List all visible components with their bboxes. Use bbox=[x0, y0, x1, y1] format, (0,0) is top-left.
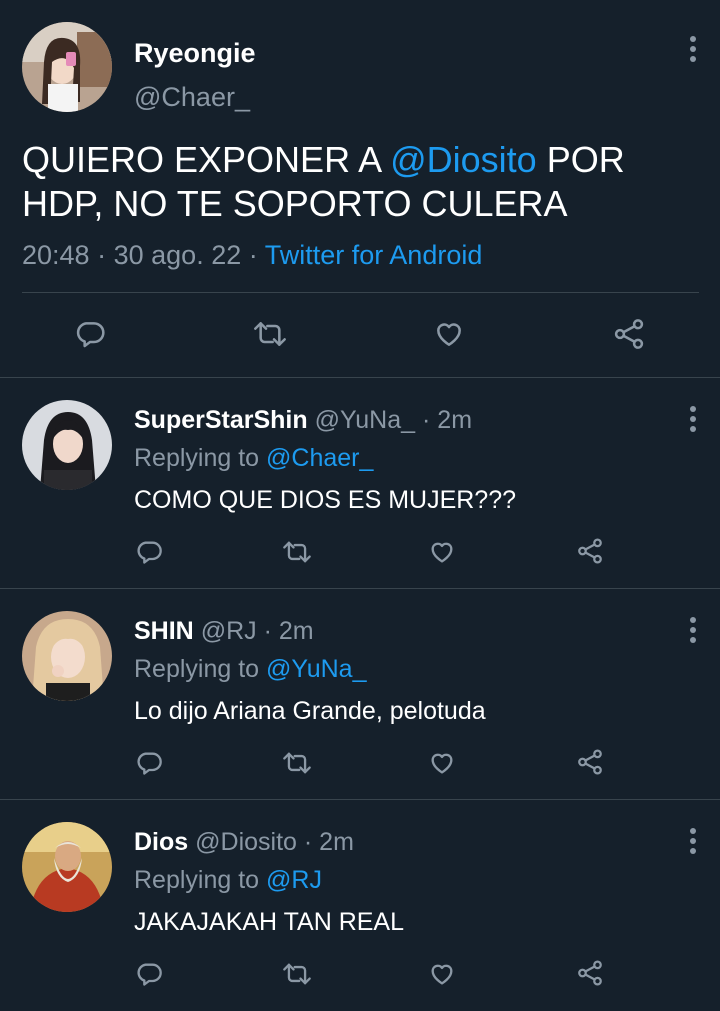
author-name[interactable]: Dios bbox=[134, 828, 188, 856]
more-icon[interactable] bbox=[681, 34, 705, 64]
tweet-text-part: POR bbox=[536, 139, 625, 180]
author-name[interactable]: SuperStarShin bbox=[134, 406, 308, 434]
tweet-date: 30 ago. 22 bbox=[113, 240, 242, 270]
reply-icon[interactable] bbox=[74, 318, 106, 350]
tweet-text: QUIERO EXPONER A @Diosito POR HDP, NO TE… bbox=[22, 138, 625, 226]
author-handle[interactable]: @RJ bbox=[201, 617, 257, 645]
author-handle[interactable]: @Chaer_ bbox=[134, 82, 250, 113]
author-name[interactable]: SHIN bbox=[134, 617, 194, 645]
replying-to: Replying to @RJ bbox=[134, 866, 322, 895]
avatar[interactable] bbox=[22, 400, 112, 490]
tweet-age: · 2m bbox=[263, 617, 314, 645]
divider bbox=[22, 292, 699, 293]
reply-icon[interactable] bbox=[135, 749, 163, 777]
share-icon[interactable] bbox=[575, 958, 605, 988]
mention-link[interactable]: @YuNa_ bbox=[266, 655, 366, 683]
avatar[interactable] bbox=[22, 611, 112, 701]
reply-icon[interactable] bbox=[135, 960, 163, 988]
reply-text: COMO QUE DIOS ES MUJER??? bbox=[134, 486, 517, 514]
share-icon[interactable] bbox=[575, 536, 605, 566]
reply-tweet: Dios @Diosito · 2m Replying to @RJ JAKAJ… bbox=[0, 800, 720, 1011]
tweet-age: · 2m bbox=[422, 406, 473, 434]
like-icon[interactable] bbox=[428, 749, 456, 777]
retweet-icon[interactable] bbox=[282, 960, 312, 988]
author-name[interactable]: Ryeongie bbox=[134, 38, 256, 69]
replying-label: Replying to bbox=[134, 444, 260, 472]
share-icon[interactable] bbox=[611, 316, 647, 352]
main-tweet: Ryeongie @Chaer_ QUIERO EXPONER A @Diosi… bbox=[0, 0, 720, 378]
author-handle[interactable]: @Diosito bbox=[195, 828, 297, 856]
tweet-time: 20:48 bbox=[22, 240, 90, 270]
reply-icon[interactable] bbox=[135, 538, 163, 566]
reply-tweet: SuperStarShin @YuNa_ · 2m Replying to @C… bbox=[0, 378, 720, 588]
author-handle[interactable]: @YuNa_ bbox=[315, 406, 415, 434]
avatar[interactable] bbox=[22, 822, 112, 912]
reply-tweet: SHIN @RJ · 2m Replying to @YuNa_ Lo dijo… bbox=[0, 589, 720, 799]
share-icon[interactable] bbox=[575, 747, 605, 777]
mention-link[interactable]: @Chaer_ bbox=[266, 444, 373, 472]
tweet-source[interactable]: Twitter for Android bbox=[265, 240, 483, 270]
replying-label: Replying to bbox=[134, 655, 260, 683]
reply-header: SuperStarShin @YuNa_ · 2m bbox=[134, 406, 472, 435]
replying-to: Replying to @Chaer_ bbox=[134, 444, 373, 473]
replying-label: Replying to bbox=[134, 866, 260, 894]
reply-header: Dios @Diosito · 2m bbox=[134, 828, 354, 857]
separator: · bbox=[97, 240, 107, 270]
tweet-text-line: HDP, NO TE SOPORTO CULERA bbox=[22, 183, 568, 224]
reply-text: Lo dijo Ariana Grande, pelotuda bbox=[134, 697, 486, 725]
replying-to: Replying to @YuNa_ bbox=[134, 655, 366, 684]
retweet-icon[interactable] bbox=[252, 318, 288, 350]
mention-link[interactable]: @Diosito bbox=[390, 139, 537, 180]
separator: · bbox=[248, 240, 258, 270]
like-icon[interactable] bbox=[428, 538, 456, 566]
more-icon[interactable] bbox=[681, 404, 705, 434]
reply-text: JAKAJAKAH TAN REAL bbox=[134, 908, 404, 936]
avatar[interactable] bbox=[22, 22, 112, 112]
tweet-age: · 2m bbox=[303, 828, 354, 856]
like-icon[interactable] bbox=[432, 318, 466, 350]
more-icon[interactable] bbox=[681, 615, 705, 645]
tweet-meta: 20:48 · 30 ago. 22 · Twitter for Android bbox=[22, 240, 482, 271]
more-icon[interactable] bbox=[681, 826, 705, 856]
mention-link[interactable]: @RJ bbox=[266, 866, 322, 894]
reply-header: SHIN @RJ · 2m bbox=[134, 617, 314, 646]
retweet-icon[interactable] bbox=[282, 538, 312, 566]
tweet-text-part: QUIERO EXPONER A bbox=[22, 139, 391, 180]
like-icon[interactable] bbox=[428, 960, 456, 988]
retweet-icon[interactable] bbox=[282, 749, 312, 777]
